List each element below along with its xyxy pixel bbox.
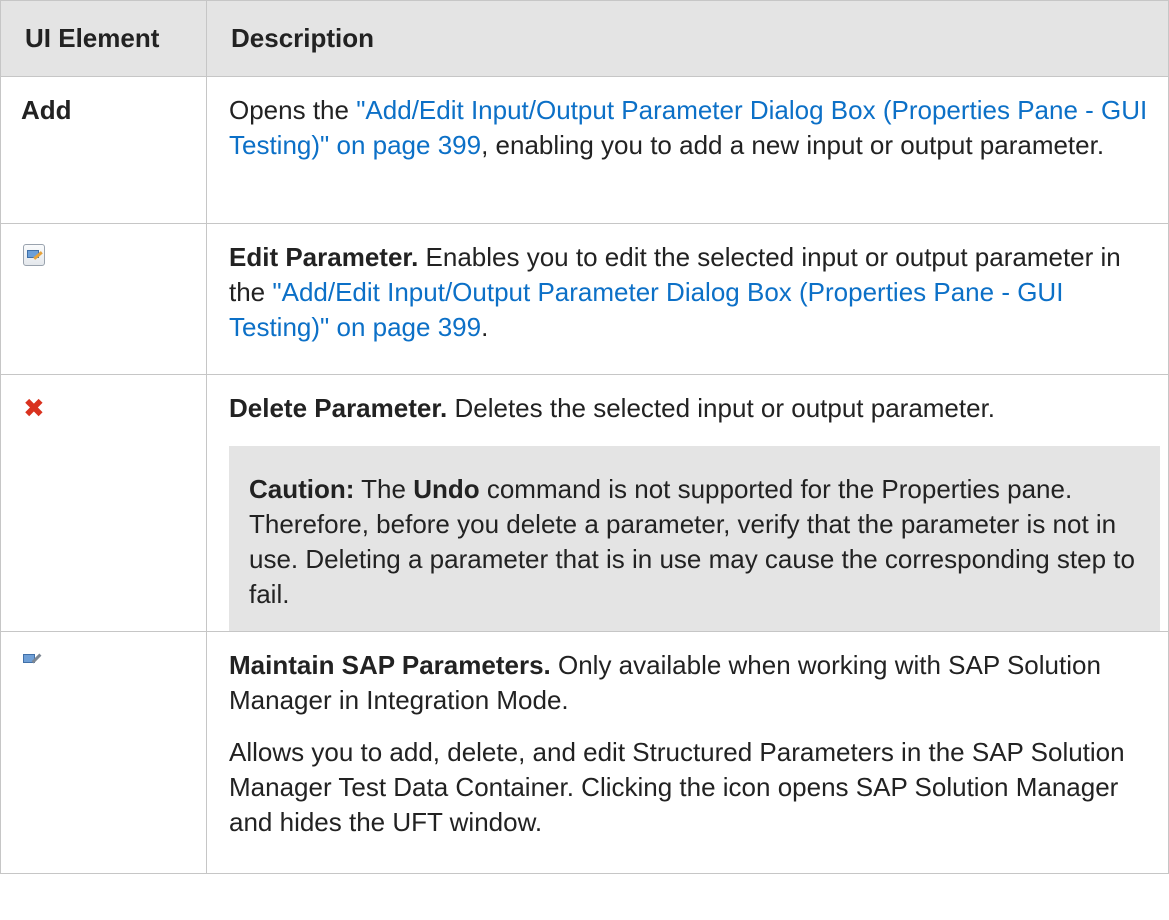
- ui-element-cell: Add: [0, 76, 207, 224]
- undo-command: Undo: [413, 474, 480, 504]
- ui-element-cell: [0, 631, 207, 874]
- ui-elements-table: UI Element Description Add Opens the "Ad…: [0, 0, 1169, 874]
- edit-parameter-title: Edit Parameter.: [229, 242, 419, 272]
- add-edit-dialog-link[interactable]: "Add/Edit Input/Output Parameter Dialog …: [229, 277, 1063, 342]
- description-text: Opens the "Add/Edit Input/Output Paramet…: [229, 95, 1148, 160]
- table-header-row: UI Element Description: [0, 0, 1169, 77]
- edit-parameter-icon: [23, 244, 45, 266]
- header-description: Description: [206, 0, 1169, 77]
- add-label: Add: [21, 95, 72, 125]
- table-row: Add Opens the "Add/Edit Input/Output Par…: [0, 76, 1169, 224]
- delete-parameter-title: Delete Parameter.: [229, 393, 448, 423]
- table-row: Edit Parameter. Enables you to edit the …: [0, 223, 1169, 375]
- table-row: Maintain SAP Parameters. Only available …: [0, 631, 1169, 874]
- description-cell: Edit Parameter. Enables you to edit the …: [206, 223, 1169, 375]
- delete-parameter-icon: ✖: [23, 394, 45, 424]
- description-cell: Opens the "Add/Edit Input/Output Paramet…: [206, 76, 1169, 224]
- maintain-sap-title: Maintain SAP Parameters.: [229, 650, 551, 680]
- table-row: ✖ Delete Parameter. Deletes the selected…: [0, 374, 1169, 632]
- description-text: Maintain SAP Parameters. Only available …: [229, 650, 1101, 715]
- caution-note: Caution: The Undo command is not support…: [229, 446, 1160, 631]
- header-ui-element: UI Element: [0, 0, 207, 77]
- description-cell: Maintain SAP Parameters. Only available …: [206, 631, 1169, 874]
- sap-parameters-icon: [23, 652, 45, 674]
- description-text: Edit Parameter. Enables you to edit the …: [229, 242, 1121, 342]
- caution-label: Caution:: [249, 474, 355, 504]
- ui-element-cell: [0, 223, 207, 375]
- description-text-2: Allows you to add, delete, and edit Stru…: [229, 737, 1125, 837]
- description-text: Delete Parameter. Deletes the selected i…: [229, 393, 996, 423]
- description-cell: Delete Parameter. Deletes the selected i…: [206, 374, 1169, 632]
- ui-element-cell: ✖: [0, 374, 207, 632]
